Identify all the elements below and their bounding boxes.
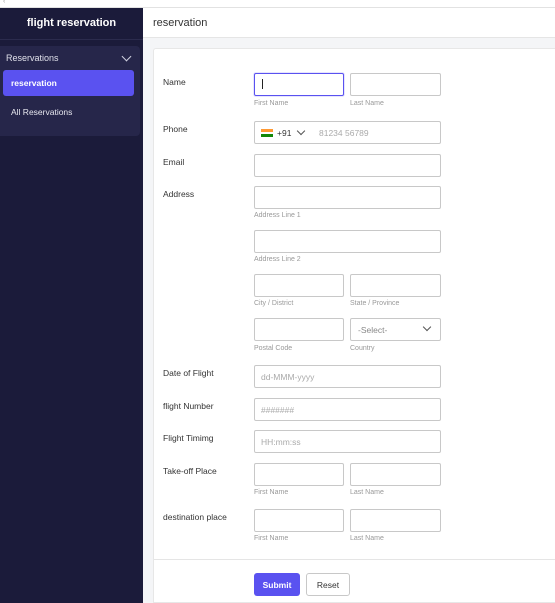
takeoff-first-hint: First Name <box>254 489 289 496</box>
app-title: flight reservation <box>0 8 143 40</box>
first-name-hint: First Name <box>254 100 289 107</box>
reservation-form: Name First Name Last Name Phone +91 8123… <box>153 48 555 603</box>
sidebar-item-label: All Reservations <box>11 107 73 117</box>
nav-group-label: Reservations <box>6 53 59 63</box>
destination-first-input[interactable] <box>254 509 344 532</box>
top-strip: ‹ <box>0 0 555 8</box>
nav-group-header[interactable]: Reservations <box>0 46 140 70</box>
takeoff-first-input[interactable] <box>254 463 344 486</box>
country-select[interactable]: -Select- <box>350 318 441 341</box>
country-hint: Country <box>350 345 375 352</box>
sidebar-item-all-reservations[interactable]: All Reservations <box>3 99 134 125</box>
state-hint: State / Province <box>350 300 400 307</box>
flight-time-label: Flight Timimg <box>163 433 214 443</box>
submit-button[interactable]: Submit <box>254 573 300 596</box>
chevron-down-icon[interactable] <box>296 126 306 136</box>
destination-label: destination place <box>163 512 227 522</box>
address-line2-input[interactable] <box>254 230 441 253</box>
address-line1-input[interactable] <box>254 186 441 209</box>
phone-field[interactable]: +91 81234 56789 <box>254 121 441 144</box>
city-input[interactable] <box>254 274 344 297</box>
address-line2-hint: Address Line 2 <box>254 256 301 263</box>
chevron-down-icon <box>121 51 132 61</box>
last-name-input[interactable] <box>350 73 441 96</box>
page-title: reservation <box>143 8 555 38</box>
date-input[interactable] <box>254 365 441 388</box>
chevron-down-icon <box>422 322 432 332</box>
phone-placeholder: 81234 56789 <box>319 128 369 138</box>
sidebar-item-label: reservation <box>11 78 57 88</box>
country-code[interactable]: +91 <box>277 128 291 138</box>
email-label: Email <box>163 157 185 167</box>
sidebar: flight reservation Reservations reservat… <box>0 8 143 603</box>
destination-last-input[interactable] <box>350 509 441 532</box>
destination-last-hint: Last Name <box>350 535 384 542</box>
phone-label: Phone <box>163 124 188 134</box>
flight-number-input[interactable] <box>254 398 441 421</box>
first-name-input[interactable] <box>254 73 344 96</box>
takeoff-last-input[interactable] <box>350 463 441 486</box>
flight-number-label: flight Number <box>163 401 214 411</box>
form-divider <box>154 559 555 560</box>
postal-code-hint: Postal Code <box>254 345 293 352</box>
email-input[interactable] <box>254 154 441 177</box>
takeoff-last-hint: Last Name <box>350 489 384 496</box>
text-caret <box>262 79 263 89</box>
name-label: Name <box>163 77 186 87</box>
reset-button[interactable]: Reset <box>306 573 350 596</box>
last-name-hint: Last Name <box>350 100 384 107</box>
flight-time-input[interactable] <box>254 430 441 453</box>
state-input[interactable] <box>350 274 441 297</box>
main-area: reservation Name First Name Last Name Ph… <box>143 8 555 603</box>
postal-code-input[interactable] <box>254 318 344 341</box>
nav-group-reservations: Reservations reservation All Reservation… <box>0 46 140 136</box>
sidebar-item-reservation[interactable]: reservation <box>3 70 134 96</box>
india-flag-icon[interactable] <box>261 129 273 138</box>
address-line1-hint: Address Line 1 <box>254 212 301 219</box>
back-icon[interactable]: ‹ <box>3 0 5 5</box>
date-label: Date of Flight <box>163 368 214 378</box>
destination-first-hint: First Name <box>254 535 289 542</box>
city-hint: City / District <box>254 300 294 307</box>
country-select-value: -Select- <box>358 325 388 335</box>
takeoff-label: Take-off Place <box>163 466 217 476</box>
address-label: Address <box>163 189 195 199</box>
